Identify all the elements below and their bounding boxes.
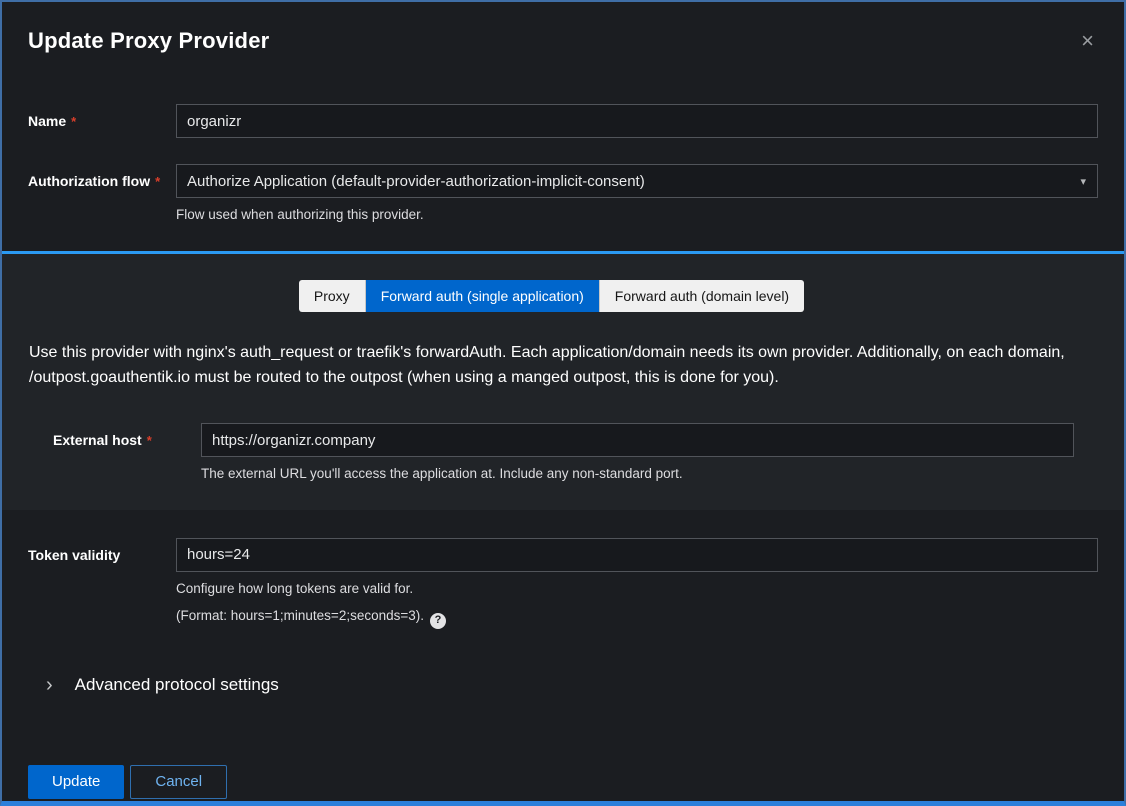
tab-forward-auth-domain-level[interactable]: Forward auth (domain level) xyxy=(600,280,804,312)
token-validity-input[interactable] xyxy=(176,538,1098,572)
authorization-flow-select[interactable]: Authorize Application (default-provider-… xyxy=(176,164,1098,198)
token-validity-control: Configure how long tokens are valid for.… xyxy=(176,538,1098,629)
external-host-help: The external URL you'll access the appli… xyxy=(201,465,1074,484)
update-proxy-provider-modal: Update Proxy Provider × Name * Authorizat… xyxy=(0,0,1126,806)
mode-description: Use this provider with nginx's auth_requ… xyxy=(29,340,1074,391)
name-label: Name * xyxy=(28,104,176,129)
caret-down-icon: ▾ xyxy=(1080,175,1086,188)
update-button[interactable]: Update xyxy=(28,765,124,799)
token-validity-label-text: Token validity xyxy=(28,547,120,563)
page-title: Update Proxy Provider xyxy=(28,28,269,54)
authorization-flow-label: Authorization flow * xyxy=(28,164,176,189)
token-validity-format-text: (Format: hours=1;minutes=2;seconds=3). xyxy=(176,608,424,623)
authorization-flow-selected-value: Authorize Application (default-provider-… xyxy=(187,173,645,190)
external-host-row: External host * The external URL you'll a… xyxy=(53,423,1074,484)
name-field-row: Name * xyxy=(28,104,1098,138)
external-host-input[interactable] xyxy=(201,423,1074,457)
name-label-text: Name xyxy=(28,113,66,129)
authorization-flow-help: Flow used when authorizing this provider… xyxy=(176,206,1098,225)
authorization-flow-control: Authorize Application (default-provider-… xyxy=(176,164,1098,225)
advanced-protocol-settings-toggle[interactable]: › Advanced protocol settings xyxy=(28,675,1098,695)
required-marker: * xyxy=(71,114,76,129)
external-host-label-text: External host xyxy=(53,432,142,448)
close-icon: × xyxy=(1081,28,1094,53)
authorization-flow-row: Authorization flow * Authorize Applicatio… xyxy=(28,164,1098,225)
modal-header: Update Proxy Provider × xyxy=(2,2,1124,54)
advanced-protocol-settings-label: Advanced protocol settings xyxy=(75,675,279,695)
modal-body: Name * Authorization flow * Authorize Appl… xyxy=(2,104,1124,799)
tab-forward-auth-single-application[interactable]: Forward auth (single application) xyxy=(366,280,600,312)
close-button[interactable]: × xyxy=(1077,28,1098,54)
token-validity-row: Token validity Configure how long tokens… xyxy=(28,538,1098,629)
required-marker: * xyxy=(147,433,152,448)
proxy-mode-panel: Proxy Forward auth (single application) … xyxy=(2,251,1124,510)
token-validity-help: Configure how long tokens are valid for. xyxy=(176,580,1098,599)
authorization-flow-label-text: Authorization flow xyxy=(28,173,150,189)
chevron-right-icon: › xyxy=(46,675,53,695)
required-marker: * xyxy=(155,174,160,189)
name-input[interactable] xyxy=(176,104,1098,138)
cancel-button[interactable]: Cancel xyxy=(130,765,227,799)
token-validity-format-help: (Format: hours=1;minutes=2;seconds=3).? xyxy=(176,607,1098,629)
tab-proxy[interactable]: Proxy xyxy=(299,280,366,312)
help-icon[interactable]: ? xyxy=(430,613,446,629)
external-host-control: The external URL you'll access the appli… xyxy=(201,423,1074,484)
external-host-label: External host * xyxy=(53,423,201,448)
name-control xyxy=(176,104,1098,138)
modal-footer: Update Cancel xyxy=(28,765,1098,799)
proxy-mode-toggle-group: Proxy Forward auth (single application) … xyxy=(29,280,1074,312)
token-validity-label: Token validity xyxy=(28,538,176,563)
